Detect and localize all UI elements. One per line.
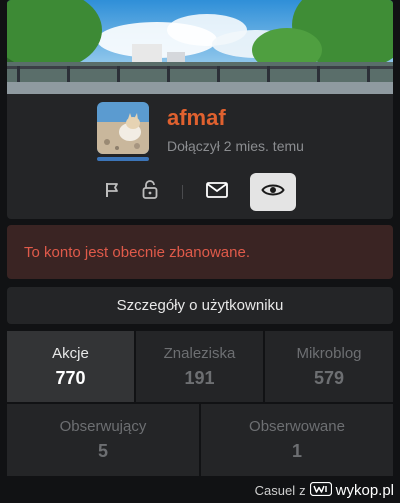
stat-label: Akcje	[52, 345, 89, 362]
stat-value: 1	[291, 441, 302, 461]
lock-icon	[141, 179, 159, 205]
stat-followers[interactable]: Obserwujący 5	[7, 404, 199, 476]
stat-label: Mikroblog	[296, 345, 362, 362]
message-button[interactable]	[199, 174, 235, 210]
block-button[interactable]	[132, 174, 168, 210]
stat-microblog[interactable]: Mikroblog 579	[265, 331, 393, 402]
mail-icon	[206, 181, 228, 203]
username[interactable]: afmaf	[167, 105, 226, 131]
avatar-image	[97, 102, 149, 154]
ban-notice-text: To konto jest obecnie zbanowane.	[24, 244, 250, 261]
wykop-logo-icon	[309, 481, 332, 499]
profile-card: afmaf Dołączył 2 mies. temu	[7, 0, 393, 219]
stat-actions[interactable]: Akcje 770	[7, 331, 134, 402]
stat-findings[interactable]: Znaleziska 191	[136, 331, 263, 402]
joined-date: Dołączył 2 mies. temu	[167, 138, 304, 154]
avatar[interactable]	[97, 102, 149, 154]
avatar-status-bar	[97, 157, 149, 161]
user-details-button[interactable]: Szczegóły o użytkowniku	[7, 287, 393, 324]
report-button[interactable]	[94, 174, 130, 210]
stat-value: 579	[313, 368, 345, 388]
watermark: Casuel z wykop.pl	[255, 480, 394, 500]
observe-button[interactable]	[250, 173, 296, 211]
watermark-author: Casuel	[254, 482, 296, 498]
profile-banner	[7, 0, 393, 94]
watermark-separator: z	[299, 482, 306, 498]
stat-value: 770	[55, 368, 86, 388]
stat-following[interactable]: Obserwowane 1	[201, 404, 393, 476]
stat-value: 5	[97, 441, 108, 461]
stat-value: 191	[184, 368, 215, 388]
ban-notice: To konto jest obecnie zbanowane.	[7, 225, 393, 279]
actions-divider	[182, 185, 183, 199]
banner-image	[7, 0, 393, 94]
eye-icon	[261, 182, 285, 203]
watermark-brand: wykop.pl	[335, 481, 394, 499]
flag-icon	[103, 181, 121, 204]
stat-label: Znaleziska	[163, 345, 236, 362]
stat-label: Obserwujący	[59, 418, 147, 435]
stat-label: Obserwowane	[249, 418, 345, 435]
